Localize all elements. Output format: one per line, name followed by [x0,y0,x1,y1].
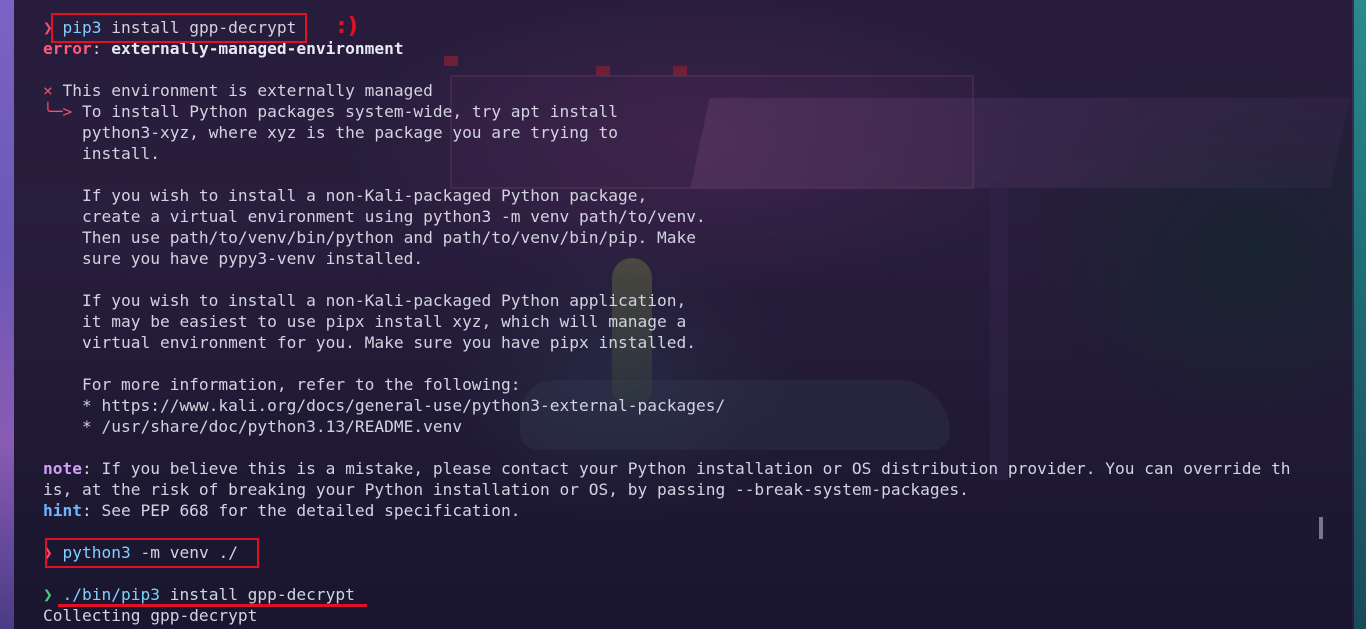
terminal-line: create a virtual environment using pytho… [43,206,1290,227]
annotation-underline-venv-pip [58,604,367,607]
terminal-scrollbar[interactable] [1319,517,1323,539]
terminal-line: note: If you believe this is a mistake, … [43,458,1290,479]
terminal-text-segment: hint [43,501,82,520]
terminal-text-segment: ╰─> [43,102,73,121]
wallpaper-left-strip [0,0,14,629]
terminal-text-segment: Collecting gpp-decrypt [43,606,258,625]
terminal-line: virtual environment for you. Make sure y… [43,332,1290,353]
terminal-text-segment: create a virtual environment using pytho… [43,207,706,226]
terminal-text-segment: If you wish to install a non-Kali-packag… [43,186,648,205]
terminal-text-segment: install. [43,144,160,163]
terminal-text-segment: install gpp-decrypt [159,585,355,604]
terminal-output: ❯ pip3 install gpp-decrypt error: externa… [43,17,1290,626]
terminal-window[interactable]: ❯ pip3 install gpp-decrypt error: externa… [14,0,1352,629]
annotation-smiley: :) [337,14,360,39]
annotation-box-pip3-command [51,13,307,43]
terminal-text-segment: * /usr/share/doc/python3.13/README.venv [43,417,463,436]
terminal-text-segment: : If you believe this is a mistake, plea… [81,459,1291,478]
terminal-text-segment: For more information, refer to the follo… [43,375,521,394]
terminal-line: it may be easiest to use pipx install xy… [43,311,1290,332]
terminal-text-segment: is, at the risk of breaking your Python … [43,480,969,499]
terminal-text-segment: ❯ [43,585,63,604]
terminal-text-segment: * https://www.kali.org/docs/general-use/… [43,396,726,415]
terminal-text-segment: it may be easiest to use pipx install xy… [43,312,687,331]
terminal-line: ╰─> To install Python packages system-wi… [43,101,1290,122]
terminal-line: For more information, refer to the follo… [43,374,1290,395]
terminal-text-segment: This environment is externally managed [52,81,433,100]
terminal-line: * /usr/share/doc/python3.13/README.venv [43,416,1290,437]
terminal-text-segment: sure you have pypy3-venv installed. [43,249,424,268]
terminal-text-segment: To install Python packages system-wide, … [72,102,619,121]
terminal-text-segment: virtual environment for you. Make sure y… [43,333,696,352]
terminal-line: ❯ ./bin/pip3 install gpp-decrypt [43,584,1290,605]
terminal-text-segment: ./bin/pip3 [62,585,160,604]
terminal-line: python3-xyz, where xyz is the package yo… [43,122,1290,143]
terminal-line: If you wish to install a non-Kali-packag… [43,185,1290,206]
terminal-line: is, at the risk of breaking your Python … [43,479,1290,500]
terminal-line: If you wish to install a non-Kali-packag… [43,290,1290,311]
terminal-line: Then use path/to/venv/bin/python and pat… [43,227,1290,248]
terminal-text-segment: If you wish to install a non-Kali-packag… [43,291,687,310]
terminal-text-segment: × [43,81,53,100]
wallpaper-right-strip [1354,0,1366,629]
annotation-box-venv-command [45,538,259,568]
terminal-line: sure you have pypy3-venv installed. [43,248,1290,269]
terminal-text-segment: Then use path/to/venv/bin/python and pat… [43,228,696,247]
terminal-line: hint: See PEP 668 for the detailed speci… [43,500,1290,521]
terminal-text-segment: : See PEP 668 for the detailed specifica… [81,501,521,520]
terminal-line: Collecting gpp-decrypt [43,605,1290,626]
terminal-line: install. [43,143,1290,164]
terminal-line: * https://www.kali.org/docs/general-use/… [43,395,1290,416]
terminal-line: × This environment is externally managed [43,80,1290,101]
terminal-text-segment: python3-xyz, where xyz is the package yo… [43,123,618,142]
terminal-text-segment: note [43,459,82,478]
